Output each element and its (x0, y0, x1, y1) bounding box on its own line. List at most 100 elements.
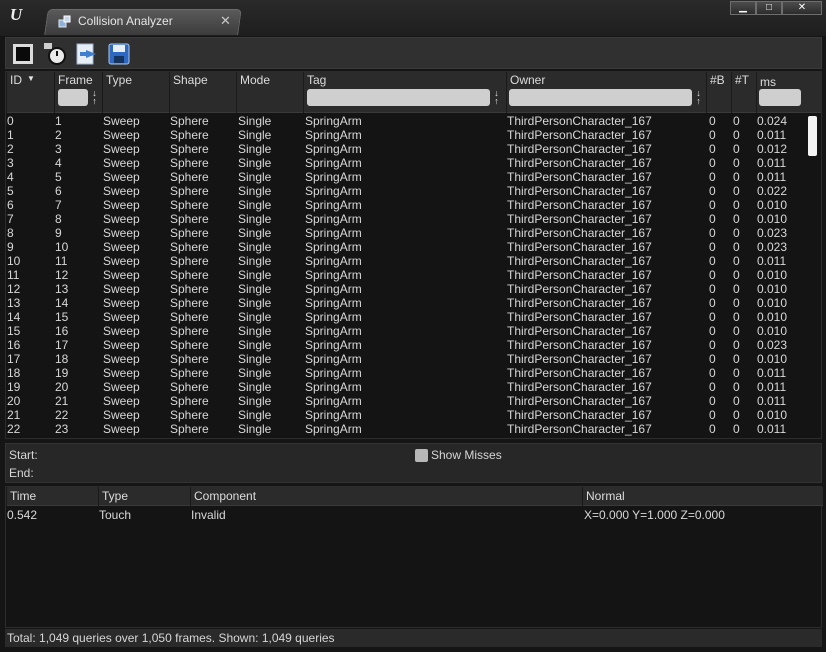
cell-owner: ThirdPersonCharacter_167 (507, 212, 652, 226)
filter-sort-icon-frame[interactable]: ↓ ↑ (90, 89, 99, 106)
column-header-blocking[interactable]: #B (706, 72, 731, 113)
filter-input-frame[interactable] (58, 89, 88, 106)
cell-ms: 0.011 (757, 156, 787, 170)
show-misses-label[interactable]: Show Misses (431, 448, 502, 462)
cell-type: Sweep (103, 254, 140, 268)
cell-mode: Single (238, 366, 272, 380)
table-row[interactable]: 22 23 Sweep Sphere Single SpringArm ThirdPerso… (6, 422, 806, 436)
table-row[interactable]: 19 20 Sweep Sphere Single SpringArm ThirdPerso… (6, 380, 806, 394)
cell-blocking: 0 (709, 198, 716, 212)
cell-frame: 3 (55, 142, 62, 156)
table-row[interactable]: 2 3 Sweep Sphere Single SpringArm ThirdPersonC… (6, 142, 806, 156)
table-row[interactable]: 12 13 Sweep Sphere Single SpringArm ThirdPerso… (6, 282, 806, 296)
cell-touching: 0 (733, 408, 740, 422)
table-row[interactable]: 8 9 Sweep Sphere Single SpringArm ThirdPersonC… (6, 226, 806, 240)
cell-blocking: 0 (709, 240, 716, 254)
cell-ms: 0.010 (757, 268, 788, 282)
filter-input-tag[interactable] (307, 89, 490, 106)
toolbar (5, 37, 822, 69)
cell-owner: ThirdPersonCharacter_167 (507, 142, 652, 156)
filter-input-ms[interactable] (759, 89, 801, 106)
hit-column-header-normal[interactable]: Normal (582, 487, 823, 506)
table-row[interactable]: 15 16 Sweep Sphere Single SpringArm ThirdPerso… (6, 324, 806, 338)
table-row[interactable]: 18 19 Sweep Sphere Single SpringArm ThirdPerso… (6, 366, 806, 380)
cell-ms: 0.010 (757, 282, 788, 296)
cell-mode: Single (238, 142, 272, 156)
cell-shape: Sphere (170, 352, 209, 366)
cell-type: Sweep (103, 114, 140, 128)
minimize-button[interactable]: ▁ (730, 1, 756, 15)
hit-column-header-time[interactable]: Time (6, 487, 98, 506)
window-controls: ▁ □ ✕ (730, 1, 822, 15)
table-row[interactable]: 6 7 Sweep Sphere Single SpringArm ThirdPersonC… (6, 198, 806, 212)
cell-owner: ThirdPersonCharacter_167 (507, 366, 652, 380)
table-row[interactable]: 5 6 Sweep Sphere Single SpringArm ThirdPersonC… (6, 184, 806, 198)
cell-blocking: 0 (709, 380, 716, 394)
cell-shape: Sphere (170, 128, 209, 142)
cell-id: 21 (7, 408, 21, 422)
hit-column-header-type[interactable]: Type (98, 487, 190, 506)
cell-touching: 0 (733, 352, 740, 366)
cell-tag: SpringArm (305, 156, 362, 170)
cell-type: Sweep (103, 156, 140, 170)
cell-type: Sweep (103, 394, 140, 408)
save-button[interactable] (106, 41, 132, 67)
query-list-scrollbar[interactable] (808, 116, 817, 156)
cell-touching: 0 (733, 296, 740, 310)
table-row[interactable]: 11 12 Sweep Sphere Single SpringArm ThirdPerso… (6, 268, 806, 282)
table-row[interactable]: 21 22 Sweep Sphere Single SpringArm ThirdPerso… (6, 408, 806, 422)
load-file-button[interactable] (74, 41, 100, 67)
table-row[interactable]: 20 21 Sweep Sphere Single SpringArm ThirdPerso… (6, 394, 806, 408)
cell-tag: SpringArm (305, 254, 362, 268)
table-row[interactable]: 10 11 Sweep Sphere Single SpringArm ThirdPerso… (6, 254, 806, 268)
table-row[interactable]: 17 18 Sweep Sphere Single SpringArm ThirdPerso… (6, 352, 806, 366)
column-header-shape[interactable]: Shape (169, 72, 236, 113)
cell-frame: 14 (55, 296, 69, 310)
cell-owner: ThirdPersonCharacter_167 (507, 198, 652, 212)
cell-owner: ThirdPersonCharacter_167 (507, 352, 652, 366)
column-header-mode[interactable]: Mode (236, 72, 303, 113)
cell-tag: SpringArm (305, 212, 362, 226)
cell-type: Sweep (103, 366, 140, 380)
record-stop-button[interactable] (10, 41, 36, 67)
table-row[interactable]: 9 10 Sweep Sphere Single SpringArm ThirdPerson… (6, 240, 806, 254)
column-label-tag: Tag (307, 73, 327, 87)
cell-shape: Sphere (170, 226, 209, 240)
filter-sort-icon-owner[interactable]: ↓ ↑ (694, 89, 703, 106)
column-label-owner: Owner (510, 73, 546, 87)
table-row[interactable]: 3 4 Sweep Sphere Single SpringArm ThirdPersonC… (6, 156, 806, 170)
column-label-type: Type (106, 73, 133, 87)
column-header-type[interactable]: Type (102, 72, 169, 113)
table-row[interactable]: 14 15 Sweep Sphere Single SpringArm ThirdPerso… (6, 310, 806, 324)
show-misses-checkbox[interactable] (415, 449, 428, 462)
cell-touching: 0 (733, 156, 740, 170)
hit-results-header: Time Type Component Normal (6, 487, 823, 506)
cell-owner: ThirdPersonCharacter_167 (507, 226, 652, 240)
cell-type: Sweep (103, 170, 140, 184)
table-row[interactable]: 13 14 Sweep Sphere Single SpringArm ThirdPerso… (6, 296, 806, 310)
table-row[interactable]: 16 17 Sweep Sphere Single SpringArm ThirdPerso… (6, 338, 806, 352)
table-row[interactable]: 7 8 Sweep Sphere Single SpringArm ThirdPersonC… (6, 212, 806, 226)
hit-column-header-component[interactable]: Component (190, 487, 582, 506)
cell-frame: 5 (55, 170, 62, 184)
close-button[interactable]: ✕ (782, 1, 822, 15)
column-header-id[interactable]: ID ▼ (6, 72, 54, 113)
cell-frame: 15 (55, 310, 69, 324)
table-row[interactable]: 1 2 Sweep Sphere Single SpringArm ThirdPersonC… (6, 128, 806, 142)
column-header-touching[interactable]: #T (731, 72, 756, 113)
table-row[interactable]: 0 1 Sweep Sphere Single SpringArm ThirdPersonC… (6, 114, 806, 128)
cell-tag: SpringArm (305, 114, 362, 128)
table-row[interactable]: 4 5 Sweep Sphere Single SpringArm ThirdPersonC… (6, 170, 806, 184)
cell-tag: SpringArm (305, 268, 362, 282)
tab-close-icon[interactable]: ✕ (220, 13, 231, 29)
filter-input-owner[interactable] (509, 89, 692, 106)
timer-button[interactable] (42, 41, 68, 67)
cell-owner: ThirdPersonCharacter_167 (507, 268, 652, 282)
filter-sort-icon-tag[interactable]: ↓ ↑ (492, 89, 501, 106)
cell-owner: ThirdPersonCharacter_167 (507, 380, 652, 394)
tab-collision-analyzer[interactable]: Collision Analyzer ✕ (52, 10, 238, 34)
cell-tag: SpringArm (305, 338, 362, 352)
maximize-button[interactable]: □ (756, 1, 782, 15)
cell-type: Sweep (103, 324, 140, 338)
cell-shape: Sphere (170, 338, 209, 352)
